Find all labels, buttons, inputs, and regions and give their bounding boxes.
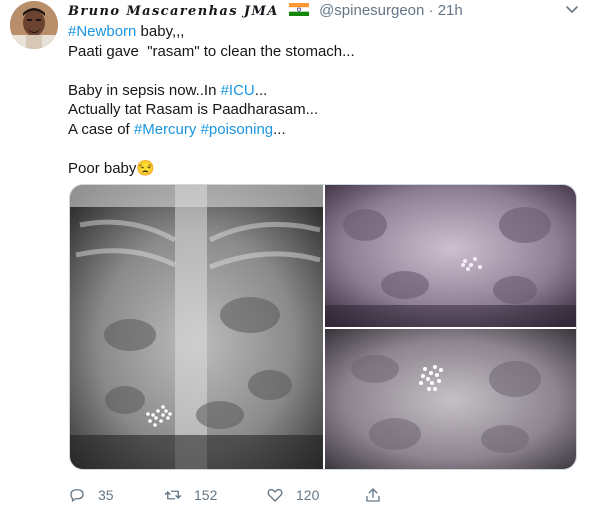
reply-button[interactable]: 35 bbox=[68, 485, 114, 505]
reply-count: 35 bbox=[98, 487, 114, 503]
tweet-text-segment: Poor baby bbox=[68, 159, 137, 177]
retweet-button[interactable]: 152 bbox=[164, 485, 217, 505]
tweet-text: #Newborn baby,,, Paati gave "rasam" to c… bbox=[68, 22, 578, 178]
hashtag-icu[interactable]: #ICU bbox=[221, 82, 255, 99]
hashtag-poisoning[interactable]: #poisoning bbox=[201, 121, 274, 138]
tweet-text-segment: Baby in sepsis now..In bbox=[68, 81, 221, 99]
tweet-line: Actually tat Rasam is Paadharasam... bbox=[68, 101, 319, 118]
retweet-count: 152 bbox=[194, 487, 218, 503]
share-button[interactable] bbox=[364, 485, 394, 505]
chevron-down-icon[interactable] bbox=[563, 0, 581, 18]
like-button[interactable]: 120 bbox=[266, 485, 319, 505]
separator-dot: · bbox=[428, 2, 434, 19]
tweet-text-segment: A case of bbox=[68, 120, 134, 138]
xray-image-bottom-right[interactable] bbox=[325, 329, 576, 469]
like-count: 120 bbox=[296, 487, 320, 503]
heart-icon bbox=[267, 488, 283, 502]
tweet-actions: 35 152 120 bbox=[68, 485, 408, 505]
tweet[interactable]: Bruno Mascarenhas JMA @spinesurgeon · 21… bbox=[0, 0, 607, 515]
tweet-text-segment: baby,,, bbox=[136, 23, 185, 40]
avatar-image bbox=[10, 1, 58, 49]
tweet-line: Paati gave "rasam" to clean the stomach.… bbox=[68, 42, 355, 60]
hashtag-newborn[interactable]: #Newborn bbox=[68, 23, 136, 40]
timestamp[interactable]: 21h bbox=[438, 2, 463, 19]
retweet-icon bbox=[164, 490, 182, 500]
display-name[interactable]: Bruno Mascarenhas JMA bbox=[68, 4, 279, 19]
reply-icon bbox=[70, 489, 84, 502]
handle[interactable]: @spinesurgeon bbox=[319, 2, 424, 19]
hashtag-mercury[interactable]: #Mercury bbox=[134, 121, 197, 138]
media-grid bbox=[69, 184, 577, 470]
xray-image-top-right[interactable] bbox=[325, 185, 576, 327]
avatar[interactable] bbox=[10, 1, 58, 49]
xray-image-main[interactable] bbox=[70, 185, 323, 469]
india-flag-icon bbox=[288, 3, 309, 16]
share-icon bbox=[366, 488, 380, 502]
unamused-face-icon: 😒 bbox=[136, 159, 156, 177]
tweet-text-segment: ... bbox=[273, 120, 286, 138]
tweet-header: Bruno Mascarenhas JMA @spinesurgeon · 21… bbox=[68, 2, 463, 20]
tweet-text-segment: ... bbox=[254, 81, 268, 99]
